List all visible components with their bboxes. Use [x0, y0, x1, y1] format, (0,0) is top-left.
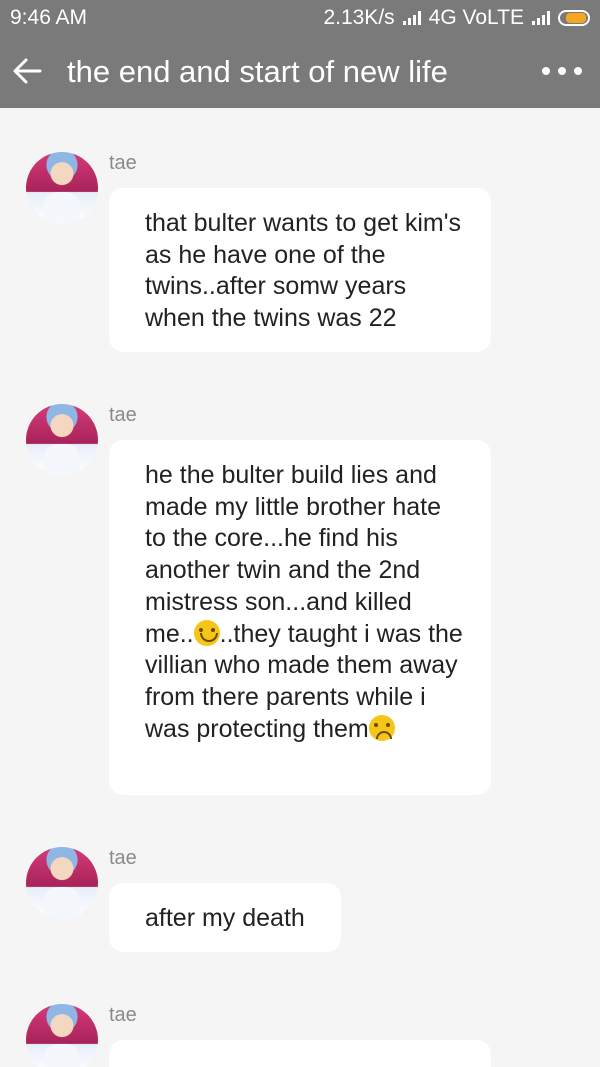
battery-icon	[558, 10, 590, 26]
smiling-face-emoji	[193, 619, 220, 646]
avatar[interactable]	[26, 404, 98, 476]
sender-name: tae	[109, 152, 137, 174]
avatar[interactable]	[26, 847, 98, 919]
status-bar: 9:46 AM 2.13K/s 4G VoLTE	[0, 0, 600, 36]
frowning-face-emoji	[368, 714, 395, 741]
network-speed: 2.13K/s	[323, 6, 395, 29]
sender-name: tae	[109, 847, 137, 869]
chat-list[interactable]: tae that bulter wants to get kim's as he…	[0, 108, 600, 1067]
signal-icon	[402, 11, 421, 25]
network-type: 4G VoLTE	[428, 6, 524, 29]
message-bubble: he the bulter build lies and made my lit…	[109, 440, 491, 795]
arrow-back-icon[interactable]	[10, 54, 44, 88]
sender-name: tae	[109, 404, 137, 426]
page-title: the end and start of new life	[67, 54, 448, 89]
sender-name: tae	[109, 1004, 137, 1026]
avatar[interactable]	[26, 152, 98, 224]
message-text: that bulter wants to get kim's as he hav…	[145, 209, 462, 333]
status-indicators: 2.13K/s 4G VoLTE	[323, 6, 590, 30]
message-bubble	[109, 1040, 491, 1067]
message-bubble: after my death	[109, 883, 341, 952]
avatar[interactable]	[26, 1004, 98, 1067]
more-options-icon[interactable]	[542, 67, 582, 75]
signal-icon-2	[532, 11, 550, 25]
message-bubble: that bulter wants to get kim's as he hav…	[109, 188, 491, 352]
message-text: after my death	[145, 904, 305, 932]
app-bar: the end and start of new life	[0, 36, 600, 108]
status-time: 9:46 AM	[10, 6, 88, 29]
